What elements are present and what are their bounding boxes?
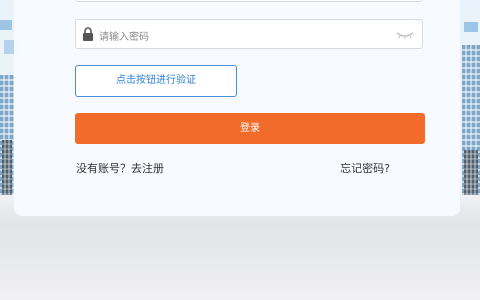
login-button[interactable]: 登录 [75,113,425,144]
verify-button[interactable]: 点击按钮进行验证 [75,65,237,97]
background-city-right [460,0,480,195]
password-field[interactable]: 请输入密码 [75,19,423,49]
password-placeholder: 请输入密码 [99,32,149,43]
register-link[interactable]: 没有账号？去注册 [76,160,164,176]
forgot-password-link[interactable]: 忘记密码? [340,160,390,176]
lock-icon [83,27,93,41]
login-panel: 请输入密码 点击按钮进行验证 登录 没有账号？去注册 忘记密码? [14,0,460,216]
eye-closed-icon[interactable] [396,30,414,40]
username-field[interactable] [75,0,423,2]
